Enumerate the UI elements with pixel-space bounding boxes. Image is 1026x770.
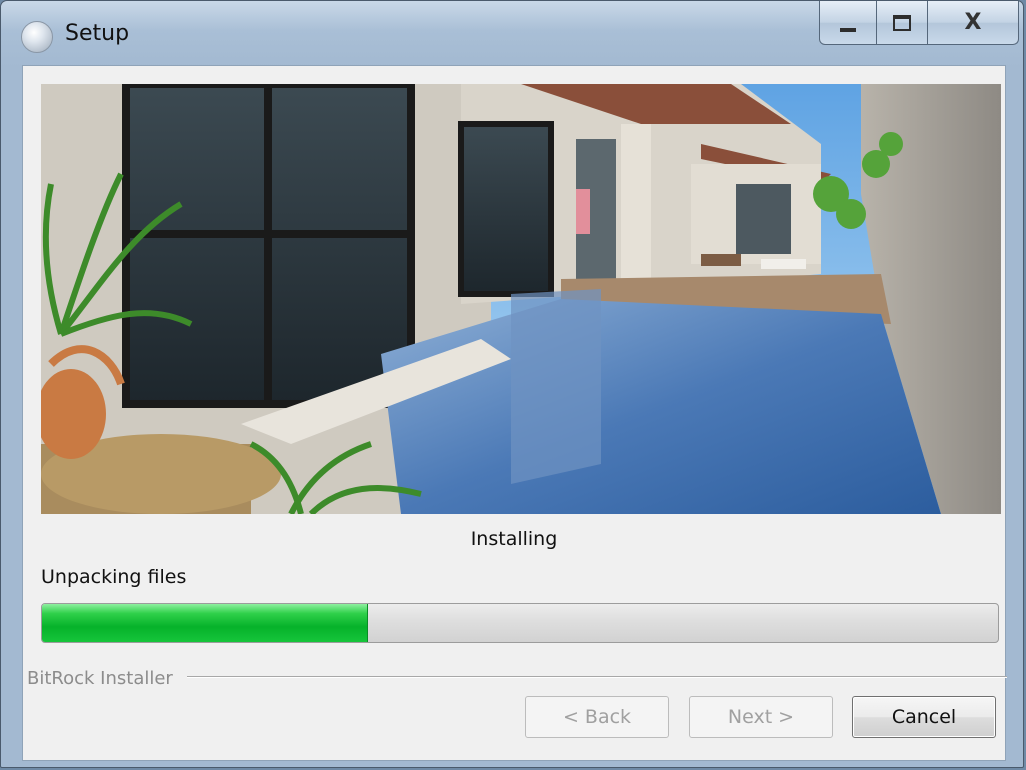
banner-image [41, 84, 1001, 514]
close-icon: X [964, 10, 982, 35]
close-button[interactable]: X [927, 1, 1019, 45]
back-button[interactable]: < Back [525, 696, 669, 738]
progress-bar [41, 603, 999, 643]
maximize-icon [893, 14, 911, 31]
group-label: BitRock Installer [27, 668, 173, 689]
caption-buttons: X [819, 1, 1019, 47]
status-text: Unpacking files [41, 566, 187, 588]
install-heading: Installing [470, 528, 558, 550]
window-title: Setup [65, 21, 130, 46]
setup-window: Setup X Installing Unpacking files BitRo… [0, 0, 1024, 768]
progress-fill [42, 604, 369, 642]
installer-panel: Installing Unpacking files BitRock Insta… [22, 65, 1007, 761]
group-divider [187, 676, 1007, 678]
minimize-button[interactable] [819, 1, 877, 45]
minimize-icon [840, 27, 856, 32]
house-pool-illustration [41, 84, 1001, 514]
cancel-button[interactable]: Cancel [852, 696, 996, 738]
setup-gear-icon [21, 21, 53, 53]
maximize-button[interactable] [876, 1, 928, 45]
title-bar[interactable]: Setup X [1, 1, 1023, 65]
next-button[interactable]: Next > [689, 696, 833, 738]
